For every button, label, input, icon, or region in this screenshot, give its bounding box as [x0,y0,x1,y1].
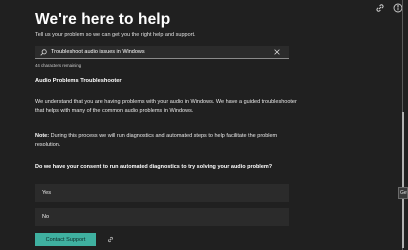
troubleshooter-intro: We understand that you are having proble… [35,99,297,114]
page-title: We're here to help [35,11,171,28]
characters-remaining: 44 characters remaining [35,63,82,68]
search-input[interactable] [51,46,273,58]
scrollbar-thumb[interactable] [402,112,404,248]
option-no[interactable]: No [35,208,289,226]
contact-support-button[interactable]: Contact Support [35,233,96,246]
option-yes[interactable]: Yes [35,184,289,202]
page-subtitle: Tell us your problem so we can get you t… [35,32,196,38]
topbar-icons [375,3,403,13]
share-link-icon[interactable] [107,236,114,243]
link-icon[interactable] [375,3,385,13]
option-yes-label: Yes [42,190,51,196]
search-box[interactable] [35,46,289,59]
troubleshooter-note: Note: During this process we will run di… [35,132,297,149]
tooltip: Get [398,187,408,199]
note-label: Note: [35,133,50,139]
note-text: During this process we will run diagnost… [35,133,278,148]
close-icon[interactable] [274,49,280,55]
troubleshooter-title: Audio Problems Troubleshooter [35,78,122,84]
option-no-label: No [42,214,50,220]
consent-question: Do we have your consent to run automated… [35,164,273,170]
search-icon [40,49,47,56]
